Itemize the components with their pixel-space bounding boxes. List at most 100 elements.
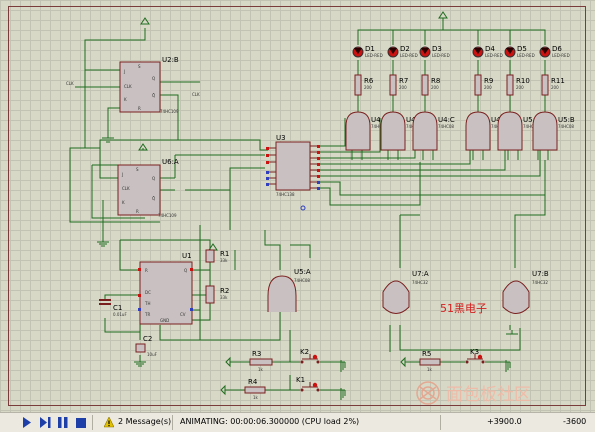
- and-gate-u5-b[interactable]: U5:B74HC08: [532, 111, 575, 151]
- u7a-ref: U7:A: [412, 270, 429, 278]
- ic-u2b[interactable]: U2:B 74HC109 J CLK K Q Q̄ S R: [119, 56, 179, 114]
- resistor-value: 200: [399, 85, 407, 90]
- ground-icon: [506, 330, 518, 335]
- resistor-value: 200: [364, 85, 372, 90]
- r2-value: 33k: [220, 295, 228, 300]
- and-gate-u5a[interactable]: U5:A 74HC08: [267, 268, 311, 312]
- resistor-r2[interactable]: R2 33k: [205, 285, 229, 304]
- r1-value: 33k: [220, 258, 228, 263]
- u1-pin-dc: DC: [145, 290, 151, 295]
- annotation-text: 51黑电子: [440, 302, 487, 315]
- k3-ref: K3: [470, 348, 479, 356]
- u2b-pin-q: Q: [152, 76, 155, 81]
- warning-icon: [103, 417, 114, 428]
- led-ref: D3: [432, 45, 442, 53]
- switch-k2[interactable]: K2: [300, 348, 320, 364]
- u6a-part: 74HC109: [158, 213, 177, 218]
- step-button[interactable]: [39, 416, 52, 429]
- power-terminal-icon: [140, 17, 150, 25]
- ic-u1[interactable]: U1 R DC Q TH TR CV GND: [138, 252, 193, 325]
- resistor-r11[interactable]: R11200: [541, 74, 565, 96]
- capacitor-c2[interactable]: C2 10uF: [135, 335, 158, 357]
- resistor-ref: R8: [431, 77, 440, 85]
- resistor-ref: R6: [364, 77, 374, 85]
- divider: [172, 415, 173, 430]
- messages-count[interactable]: 2 Message(s): [118, 417, 171, 426]
- led-d4[interactable]: D4LED-RED: [472, 45, 503, 58]
- resistor-r1[interactable]: R1 33k: [205, 249, 229, 263]
- u6a-pin-clk: CLK: [122, 186, 130, 191]
- switch-indicator-icon: [312, 354, 318, 360]
- stop-button[interactable]: [74, 416, 87, 429]
- r4-ref: R4: [248, 378, 258, 386]
- resistor-value: 200: [551, 85, 559, 90]
- schematic-canvas[interactable]: U2:B 74HC109 J CLK K Q Q̄ S R CLK CLK U6…: [0, 0, 595, 412]
- led-row: D1LED-REDD2LED-REDD3LED-REDD4LED-REDD5LE…: [352, 45, 570, 58]
- c2-ref: C2: [143, 335, 152, 343]
- gate-ref: U5:B: [558, 116, 575, 124]
- led-resistor-row: R6200R7200R8200R9200R10200R11200: [354, 74, 565, 96]
- led-ref: D2: [400, 45, 410, 53]
- r2-ref: R2: [220, 287, 229, 295]
- resistor-ref: R11: [551, 77, 565, 85]
- led-d6[interactable]: D6LED-RED: [539, 45, 570, 58]
- r5-value: 1k: [427, 367, 433, 372]
- resistor-r9[interactable]: R9200: [474, 74, 493, 96]
- u6a-pin-j: J: [121, 172, 123, 177]
- led-d2[interactable]: D2LED-RED: [387, 45, 418, 58]
- ic-u6a[interactable]: U6:A 74HC109 J CLK K Q Q̄ S R: [117, 158, 179, 218]
- resistor-r8[interactable]: R8200: [421, 74, 440, 96]
- pause-icon: [57, 417, 67, 428]
- ic-u3[interactable]: U3 74HC138: [266, 134, 320, 197]
- resistor-r7[interactable]: R7200: [389, 74, 408, 96]
- resistor-ref: R9: [484, 77, 493, 85]
- net-label-clk-in: CLK: [66, 81, 74, 86]
- power-terminal-icon: [225, 356, 231, 368]
- u2b-pin-k: K: [124, 97, 127, 102]
- u1-pin-q: Q: [184, 268, 187, 273]
- u2b-pin-j: J: [123, 69, 125, 74]
- u1-pin-gnd: GND: [160, 318, 169, 323]
- step-icon: [40, 417, 51, 428]
- u6a-pin-q: Q: [152, 176, 155, 181]
- or-gate-u7a[interactable]: U7:A 74HC32: [382, 270, 429, 314]
- u5a-ref: U5:A: [294, 268, 311, 276]
- stop-icon: [75, 417, 86, 428]
- switch-k1[interactable]: K1: [296, 376, 320, 392]
- messages-button[interactable]: [102, 416, 115, 429]
- led-d5[interactable]: D5LED-RED: [504, 45, 535, 58]
- play-icon: [22, 417, 31, 428]
- resistor-r3[interactable]: R3 1k: [249, 350, 273, 372]
- simulation-status-bar: 2 Message(s) ANIMATING: 00:00:06.300000 …: [0, 412, 595, 432]
- led-part: LED-RED: [365, 53, 383, 58]
- schematic-workspace[interactable]: U2:B 74HC109 J CLK K Q Q̄ S R CLK CLK U6…: [0, 0, 595, 412]
- u1-pin-r: R: [145, 268, 148, 273]
- u2b-pin-qbar: Q̄: [152, 93, 155, 98]
- pause-button[interactable]: [56, 416, 69, 429]
- u7b-part: 74HC32: [532, 280, 548, 285]
- u2b-ref: U2:B: [162, 56, 179, 64]
- u3-ref: U3: [276, 134, 286, 142]
- resistor-r5[interactable]: R5 1k: [419, 350, 441, 372]
- power-terminal-icon: [220, 384, 226, 396]
- and-gate-u4-c[interactable]: U4:C74HC08: [412, 111, 455, 151]
- led-part: LED-RED: [432, 53, 450, 58]
- led-d1[interactable]: D1LED-RED: [352, 45, 383, 58]
- capacitor-c1[interactable]: C1 0.01uF: [99, 299, 127, 317]
- led-d3[interactable]: D3LED-RED: [419, 45, 450, 58]
- r3-value: 1k: [258, 367, 264, 372]
- resistor-r6[interactable]: R6200: [354, 74, 374, 96]
- cursor-y-coordinate: -3600: [563, 417, 587, 426]
- u6a-pin-r: R: [136, 209, 139, 214]
- or-gate-u7b[interactable]: U7:B 74HC32: [502, 270, 549, 314]
- led-part: LED-RED: [485, 53, 503, 58]
- u6a-pin-qbar: Q̄: [152, 196, 155, 201]
- led-ref: D4: [485, 45, 495, 53]
- resistor-r4[interactable]: R4 1k: [244, 378, 266, 400]
- gate-ref: U4:C: [438, 116, 455, 124]
- play-button[interactable]: [20, 416, 33, 429]
- u7b-ref: U7:B: [532, 270, 549, 278]
- u2b-part: 74HC109: [160, 109, 179, 114]
- gate-part: 74HC08: [438, 124, 454, 129]
- resistor-r10[interactable]: R10200: [506, 74, 530, 96]
